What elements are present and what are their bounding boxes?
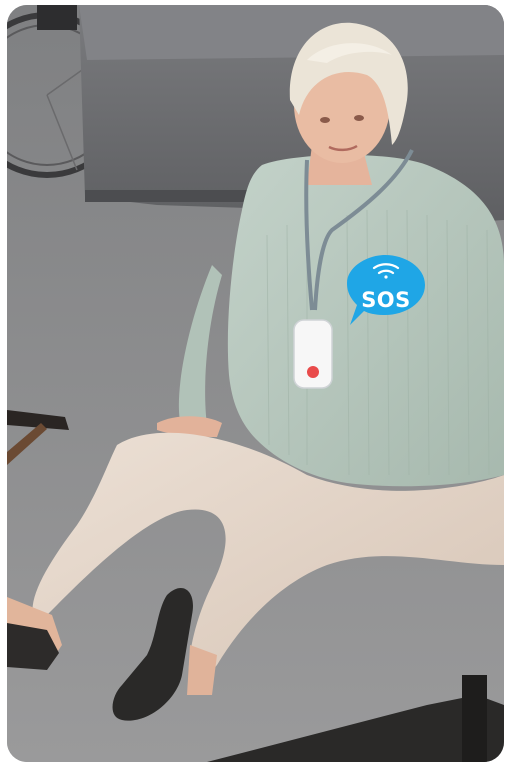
sos-label: SOS xyxy=(361,288,411,312)
photo-card: SOS xyxy=(7,5,504,762)
pendant-red-button xyxy=(307,366,319,378)
sos-pendant-device xyxy=(293,319,333,389)
elderly-woman-fall-photo: SOS xyxy=(7,5,504,762)
